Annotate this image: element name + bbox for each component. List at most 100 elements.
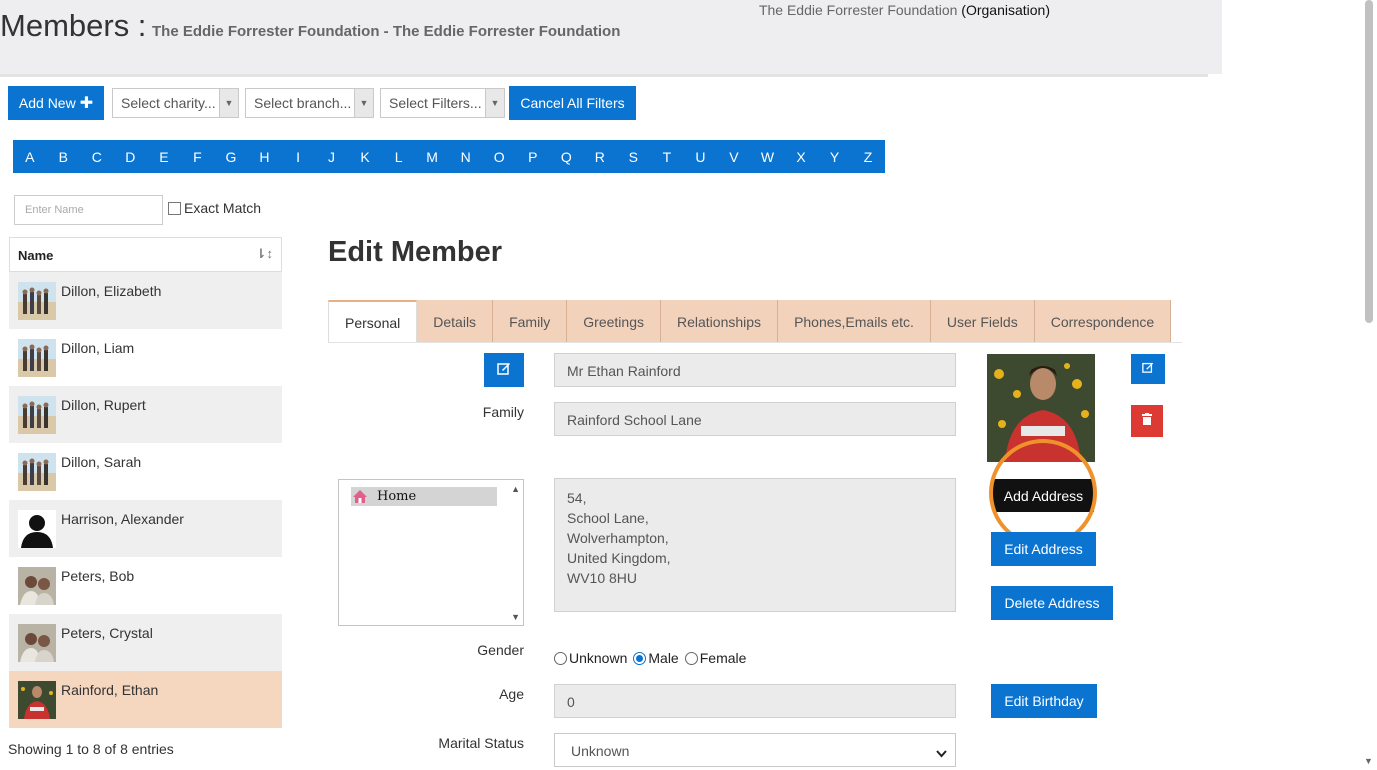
age-label: Age [499, 686, 524, 702]
exact-match-toggle[interactable]: Exact Match [168, 200, 261, 216]
letter-filter-s[interactable]: S [617, 140, 651, 173]
letter-filter-c[interactable]: C [80, 140, 114, 173]
tab-personal[interactable]: Personal [328, 300, 418, 343]
marital-status-value: Unknown [571, 743, 630, 759]
chevron-down-icon: ▼ [485, 89, 504, 117]
letter-filter-d[interactable]: D [114, 140, 148, 173]
gender-radio-unknown[interactable] [554, 651, 567, 665]
letter-filter-p[interactable]: P [516, 140, 550, 173]
member-tabs: Personal Details Family Greetings Relationsh… [328, 300, 1172, 343]
letter-filter-l[interactable]: L [382, 140, 416, 173]
gender-option-label: Female [699, 650, 747, 666]
member-avatar [18, 567, 56, 605]
scroll-down-icon[interactable]: ▼ [1364, 756, 1373, 766]
tab-relationships[interactable]: Relationships [661, 300, 779, 343]
member-name: Dillon, Sarah [61, 454, 142, 470]
edit-icon [1142, 360, 1154, 378]
letter-filter-x[interactable]: X [784, 140, 818, 173]
letter-filter-f[interactable]: F [181, 140, 215, 173]
name-column-header: Name [18, 248, 54, 263]
delete-photo-button[interactable] [1131, 405, 1163, 437]
tab-user-fields[interactable]: User Fields [930, 300, 1035, 343]
letter-filter-n[interactable]: N [449, 140, 483, 173]
branch-select-placeholder: Select branch... [254, 95, 352, 111]
letter-filter-i[interactable]: I [281, 140, 315, 173]
letter-filter-h[interactable]: H [248, 140, 282, 173]
family-label: Family [482, 404, 524, 420]
branch-select[interactable]: Select branch... ▼ [245, 88, 374, 118]
page-title: Members : [0, 8, 147, 43]
letter-filter-r[interactable]: R [583, 140, 617, 173]
address-line: WV10 8HU [567, 570, 638, 586]
letter-filter-v[interactable]: V [717, 140, 751, 173]
marital-status-select[interactable]: Unknown [554, 733, 956, 767]
gender-radio-male[interactable] [633, 651, 647, 665]
edit-photo-button[interactable] [1131, 354, 1165, 384]
age-field[interactable]: 0 [554, 684, 956, 718]
letter-filter-g[interactable]: G [214, 140, 248, 173]
name-search-input[interactable]: Enter Name [14, 195, 163, 225]
address-display[interactable]: 54, School Lane, Wolverhampton, United King… [554, 478, 956, 612]
address-line: School Lane, [567, 510, 649, 526]
highlight-ring [989, 439, 1097, 547]
letter-filter-u[interactable]: U [684, 140, 718, 173]
member-row[interactable]: Peters, Crystal [9, 614, 282, 671]
tab-divider [328, 342, 1182, 343]
edit-birthday-button[interactable]: Edit Birthday [991, 684, 1097, 718]
letter-filter-z[interactable]: Z [851, 140, 885, 173]
family-field[interactable]: Rainford School Lane [554, 402, 956, 436]
member-row[interactable]: Peters, Bob [9, 557, 282, 614]
scroll-down-icon[interactable]: ▼ [511, 612, 520, 622]
member-name: Rainford, Ethan [61, 682, 159, 698]
add-new-label: Add New [18, 95, 76, 111]
member-row[interactable]: Dillon, Elizabeth [9, 272, 282, 329]
letter-filter-k[interactable]: K [348, 140, 382, 173]
full-name-field[interactable]: Mr Ethan Rainford [554, 353, 956, 387]
tab-details[interactable]: Details [417, 300, 494, 343]
cancel-all-filters-button[interactable]: Cancel All Filters [509, 86, 636, 120]
letter-filter-w[interactable]: W [751, 140, 785, 173]
member-row[interactable]: Dillon, Sarah [9, 443, 282, 500]
address-type-item[interactable]: Home [351, 487, 497, 506]
member-row[interactable]: Harrison, Alexander [9, 500, 282, 557]
edit-name-button[interactable] [484, 353, 524, 387]
address-type-label: Home [377, 489, 417, 504]
member-avatar [18, 453, 56, 491]
address-line: 54, [567, 490, 587, 506]
member-name: Dillon, Liam [61, 340, 135, 356]
member-list-header[interactable]: Name ⇂↕ [9, 237, 282, 272]
tab-phones-emails-etc[interactable]: Phones,Emails etc. [778, 300, 931, 343]
member-row[interactable]: Dillon, Rupert [9, 386, 282, 443]
member-name: Dillon, Rupert [61, 397, 146, 413]
tab-greetings[interactable]: Greetings [567, 300, 661, 343]
letter-filter-b[interactable]: B [47, 140, 81, 173]
delete-address-button[interactable]: Delete Address [991, 586, 1113, 620]
gender-radio-female[interactable] [684, 651, 698, 665]
gender-label: Gender [477, 642, 524, 658]
tab-correspondence[interactable]: Correspondence [1034, 300, 1172, 343]
letter-filter-e[interactable]: E [147, 140, 181, 173]
filters-select[interactable]: Select Filters... ▼ [380, 88, 505, 118]
edit-address-button[interactable]: Edit Address [991, 532, 1096, 566]
organisation-name: The Eddie Forrester Foundation [758, 2, 958, 18]
chevron-down-icon: ▼ [219, 89, 238, 117]
sort-icon[interactable]: ⇂↕ [256, 246, 273, 262]
letter-filter-a[interactable]: A [13, 140, 47, 173]
letter-filter-q[interactable]: Q [550, 140, 584, 173]
member-row[interactable]: Rainford, Ethan [9, 671, 282, 728]
charity-select[interactable]: Select charity... ▼ [112, 88, 239, 118]
tab-family[interactable]: Family [493, 300, 568, 343]
scrollbar-thumb[interactable] [1365, 0, 1373, 323]
member-row[interactable]: Dillon, Liam [9, 329, 282, 386]
add-new-button[interactable]: Add New ✚ [8, 86, 104, 120]
list-footer: Showing 1 to 8 of 8 entries [8, 741, 174, 757]
exact-match-checkbox[interactable] [168, 201, 181, 215]
letter-filter-y[interactable]: Y [818, 140, 852, 173]
address-line: Wolverhampton, [567, 530, 669, 546]
address-type-list[interactable]: Home ▲ ▼ [338, 479, 524, 626]
letter-filter-o[interactable]: O [482, 140, 516, 173]
letter-filter-t[interactable]: T [650, 140, 684, 173]
scroll-up-icon[interactable]: ▲ [511, 484, 520, 494]
letter-filter-m[interactable]: M [415, 140, 449, 173]
letter-filter-j[interactable]: J [315, 140, 349, 173]
